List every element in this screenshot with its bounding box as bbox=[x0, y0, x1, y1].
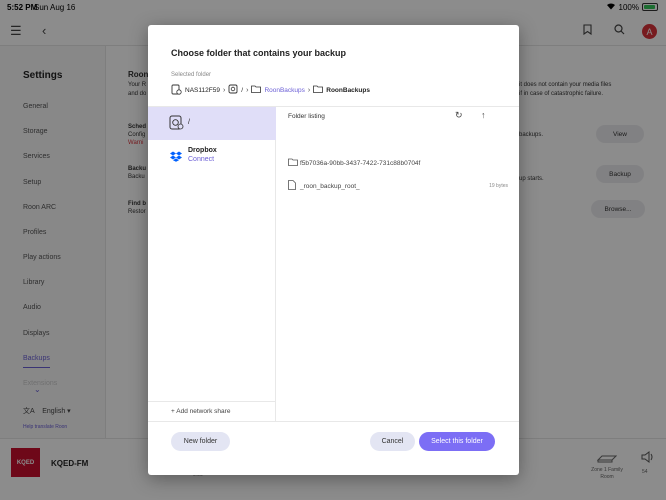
dropbox-connect-link[interactable]: Connect bbox=[188, 156, 214, 163]
list-item[interactable]: _roon_backup_root_ 19 bytes bbox=[288, 179, 508, 193]
breadcrumb-root[interactable]: / bbox=[241, 87, 243, 94]
file-icon bbox=[288, 180, 300, 192]
list-item-size: 19 bytes bbox=[489, 183, 508, 189]
arrow-up-icon[interactable]: ↑ bbox=[481, 110, 486, 120]
add-share-label: Add network share bbox=[176, 408, 231, 415]
drive-icon bbox=[169, 115, 184, 130]
list-item[interactable]: f5b7036a-90bb-3437-7422-731c88b0704f bbox=[288, 156, 508, 170]
source-root-label: / bbox=[188, 119, 190, 126]
dialog-title: Choose folder that contains your backup bbox=[171, 48, 347, 58]
source-dropbox-item[interactable]: Dropbox Connect bbox=[148, 145, 276, 167]
select-folder-button[interactable]: Select this folder bbox=[419, 432, 495, 451]
selected-folder-label: Selected folder bbox=[171, 72, 212, 78]
breadcrumb-device[interactable]: NAS112F59 bbox=[185, 87, 220, 94]
add-network-share-button[interactable]: + Add network share bbox=[148, 401, 276, 421]
chevron-right-icon: › bbox=[222, 86, 226, 94]
refresh-icon[interactable]: ↻ bbox=[455, 110, 463, 121]
new-folder-button[interactable]: New folder bbox=[171, 432, 230, 451]
sources-pane: / Dropbox Connect + Add network share bbox=[148, 107, 276, 421]
breadcrumb-current: RoonBackups bbox=[326, 86, 370, 94]
choose-folder-dialog: Choose folder that contains your backup … bbox=[148, 25, 519, 475]
plus-icon: + bbox=[171, 408, 175, 415]
nas-device-icon bbox=[171, 84, 182, 97]
chevron-right-icon: › bbox=[246, 86, 249, 94]
folder-icon bbox=[251, 85, 262, 95]
dropbox-icon bbox=[170, 149, 182, 167]
divider bbox=[148, 421, 519, 422]
folder-icon bbox=[313, 85, 324, 95]
list-item-name: f5b7036a-90bb-3437-7422-731c88b0704f bbox=[300, 159, 421, 167]
cancel-button[interactable]: Cancel bbox=[370, 432, 415, 451]
breadcrumb: NAS112F59 › / › RoonBackups › RoonBackup… bbox=[171, 83, 370, 97]
chevron-right-icon: › bbox=[307, 86, 311, 94]
source-root-item[interactable]: / bbox=[148, 107, 276, 140]
breadcrumb-folder-link[interactable]: RoonBackups bbox=[264, 87, 304, 94]
list-item-name: _roon_backup_root_ bbox=[300, 182, 360, 190]
folder-icon bbox=[288, 158, 300, 168]
folder-listing-pane: Folder listing ↻ ↑ f5b7036a-90bb-3437-74… bbox=[277, 107, 519, 421]
drive-icon bbox=[228, 84, 238, 96]
folder-listing-header: Folder listing bbox=[288, 113, 325, 120]
dropbox-name: Dropbox bbox=[188, 147, 217, 154]
